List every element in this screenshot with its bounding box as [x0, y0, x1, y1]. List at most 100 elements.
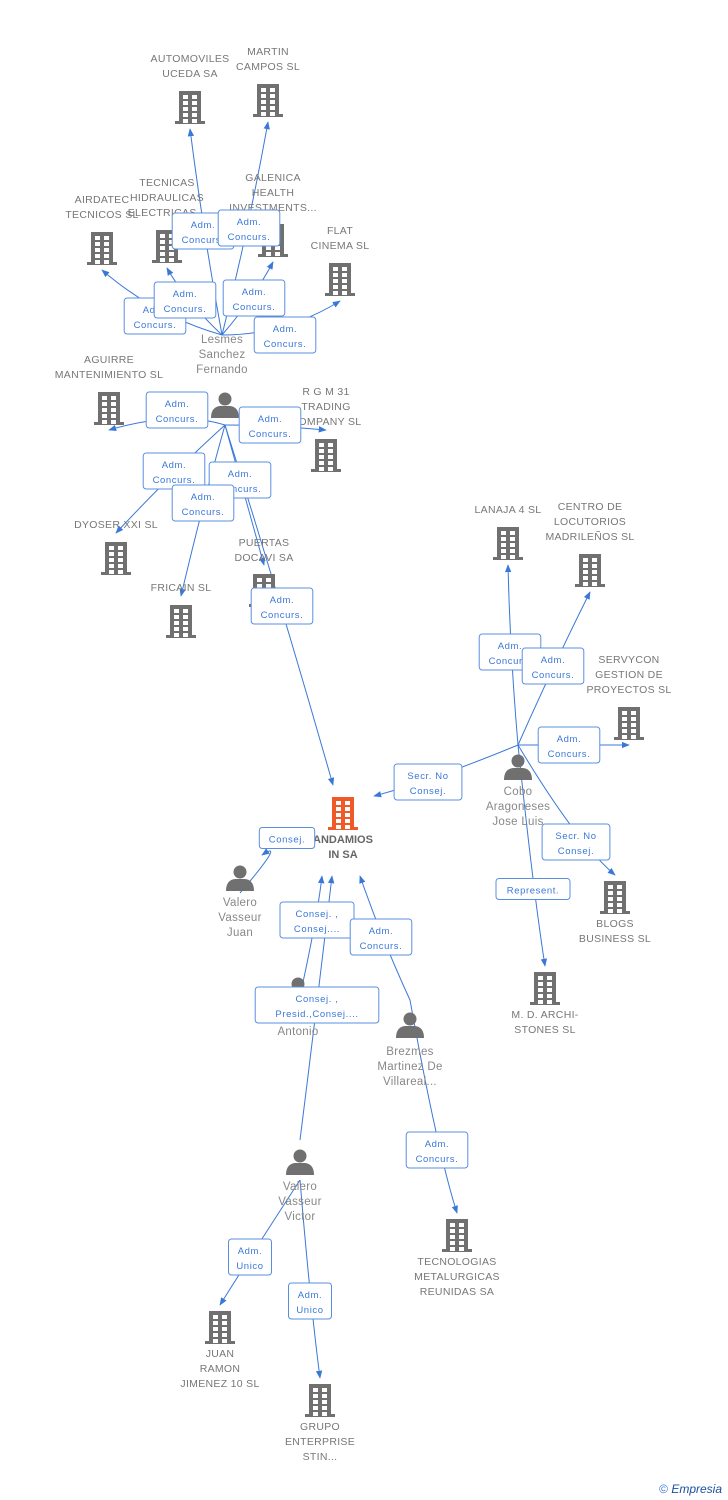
node-label: TECNOLOGIAS [417, 1256, 496, 1268]
node-label: Cobo [504, 786, 533, 798]
edge-label[interactable]: Adm. Concurs. [142, 452, 206, 490]
edge-label-text: Adm. [425, 1139, 450, 1150]
node-label: HIDRAULICAS [130, 192, 204, 204]
node-fricain[interactable]: FRICAIN SL [151, 582, 212, 638]
node-centro[interactable]: CENTRO DE LOCUTORIOS MADRILEÑOS SL [545, 501, 634, 587]
edge-label[interactable]: Secr. No Consej. [393, 763, 463, 801]
node-mdarch[interactable]: M. D. ARCHI- STONES SL [511, 972, 578, 1036]
edge-label-text: Adm. [238, 1246, 263, 1257]
building-icon [87, 232, 117, 265]
node-automoviles[interactable]: AUTOMOVILES UCEDA SA [151, 53, 230, 124]
node-grupo[interactable]: GRUPO ENTERPRISE STIN... [285, 1384, 355, 1463]
node-dyoser[interactable]: DYOSER XXI SL [74, 519, 158, 575]
edge-label-text: Consej. , [296, 909, 339, 920]
edge-label[interactable]: Consej. , Presid.,Consej.... [254, 986, 380, 1024]
edge-label[interactable]: Adm. Concurs. [537, 726, 601, 764]
edge-label-text: Concurs. [182, 507, 225, 518]
edge-label[interactable]: Adm. Concurs. [222, 279, 286, 317]
edge-label-text: Concurs. [153, 475, 196, 486]
node-label: Victor [285, 1211, 316, 1223]
building-icon [442, 1219, 472, 1252]
node-label: Valero [223, 897, 257, 909]
edge-label[interactable]: Adm. Concurs. [405, 1131, 469, 1169]
footer-brand[interactable]: © Empresia [659, 1482, 722, 1496]
edge-label-text: Adm. [557, 734, 582, 745]
node-label: LANAJA 4 SL [475, 504, 542, 516]
edge-label[interactable]: Consej. [258, 827, 316, 849]
node-brezmes[interactable]: Brezmes Martinez De Villareal... [377, 1012, 442, 1089]
edge-label[interactable]: Adm. Concurs. [521, 647, 585, 685]
building-icon [101, 542, 131, 575]
node-juanramon[interactable]: JUAN RAMON JIMENEZ 10 SL [180, 1311, 259, 1390]
edge-label[interactable]: Adm. Concurs. [238, 406, 302, 444]
edge-label-text: Adm. [541, 655, 566, 666]
node-label: IN SA [328, 849, 357, 861]
edge-label[interactable]: Adm. Concurs. [250, 587, 314, 625]
node-label: Lesmes [201, 334, 243, 346]
building-icon [175, 91, 205, 124]
node-martin[interactable]: MARTIN CAMPOS SL [236, 46, 300, 117]
building-icon [325, 263, 355, 296]
building-icon [530, 972, 560, 1005]
node-blogs[interactable]: BLOGS BUSINESS SL [579, 881, 651, 945]
edge-label-text: Concurs. [261, 610, 304, 621]
node-vjuan[interactable]: Valero Vasseur Juan [218, 865, 261, 940]
node-label: Sanchez [199, 349, 246, 361]
edge-label[interactable]: Adm. Concurs. [171, 484, 235, 522]
edge-label-text: Adm. [228, 469, 253, 480]
edge-label[interactable]: Adm. Unico [288, 1282, 332, 1320]
node-label: Aragoneses [486, 801, 550, 813]
node-label: SERVYCON [598, 654, 659, 666]
node-label: GALENICA [245, 172, 301, 184]
edge-label[interactable]: Adm. Unico [228, 1238, 272, 1276]
building-icon [305, 1384, 335, 1417]
copyright-icon: © [659, 1482, 668, 1496]
node-flat[interactable]: FLAT CINEMA SL [311, 225, 370, 296]
node-p2[interactable] [211, 392, 239, 419]
edge-label-text: Concurs. [156, 414, 199, 425]
node-lanaja[interactable]: LANAJA 4 SL [475, 504, 542, 560]
node-airdatec[interactable]: AIRDATECTECNICOS SL [65, 194, 138, 265]
node-tecnologias[interactable]: TECNOLOGIAS METALURGICAS REUNIDAS SA [414, 1219, 500, 1298]
person-icon [396, 1012, 424, 1038]
diagram-canvas: ANDAMIOS IN SA AUTOMOVILES UCEDA SA MARTIN CA… [55, 46, 671, 1463]
edge-label-text: Consej. [269, 835, 305, 846]
edge-label-text: Concurs. [228, 232, 271, 243]
edge-label-text: Adm. [369, 926, 394, 937]
node-label: MADRILEÑOS SL [545, 530, 634, 543]
node-label: M. D. ARCHI- [511, 1009, 578, 1021]
node-vvictor[interactable]: Valero Vasseur Victor [278, 1149, 321, 1224]
brand-name: Empresia [671, 1482, 722, 1496]
node-label: JUAN [206, 1348, 235, 1360]
building-icon [253, 84, 283, 117]
node-label: Juan [227, 927, 253, 939]
edge-label[interactable]: Adm. Concurs. [253, 316, 317, 354]
edge-label[interactable]: Adm. Concurs. [145, 391, 209, 429]
edge-label-text: Adm. [173, 289, 198, 300]
edge-label[interactable]: Secr. No Consej. [541, 823, 611, 861]
edge-label[interactable]: Represent. [495, 878, 571, 900]
person-icon [504, 754, 532, 780]
building-icon [575, 554, 605, 587]
node-lesmes[interactable]: Lesmes Sanchez Fernando [196, 334, 248, 376]
edge-label[interactable]: Adm. Concurs. [349, 918, 413, 956]
node-servycon[interactable]: SERVYCON GESTION DE PROYECTOS SL [586, 654, 671, 740]
edge-label[interactable]: Adm. Concurs. [217, 209, 281, 247]
node-cobo[interactable]: Cobo Aragoneses Jose Luis [486, 754, 550, 829]
node-label: AUTOMOVILES [151, 53, 230, 65]
building-icon [328, 797, 358, 830]
edge-label-text: Secr. No [555, 831, 596, 842]
node-center[interactable]: ANDAMIOS IN SA [313, 797, 373, 861]
edge-label-text: Unico [296, 1305, 323, 1316]
edge-label-text: Concurs. [416, 1154, 459, 1165]
node-label: PUERTAS [239, 537, 290, 549]
network-diagram: ANDAMIOS IN SA AUTOMOVILES UCEDA SA MARTIN CA… [0, 0, 728, 1500]
edge-label[interactable]: Consej. , Consej.... [279, 901, 355, 939]
node-label: DYOSER XXI SL [74, 519, 158, 531]
node-label: BLOGS [596, 918, 634, 930]
edge-label[interactable]: Adm. Concurs. [153, 281, 217, 319]
node-label: LOCUTORIOS [554, 516, 626, 528]
node-label: Fernando [196, 364, 248, 376]
node-label: Antonio [277, 1026, 318, 1038]
node-label: CAMPOS SL [236, 61, 300, 73]
